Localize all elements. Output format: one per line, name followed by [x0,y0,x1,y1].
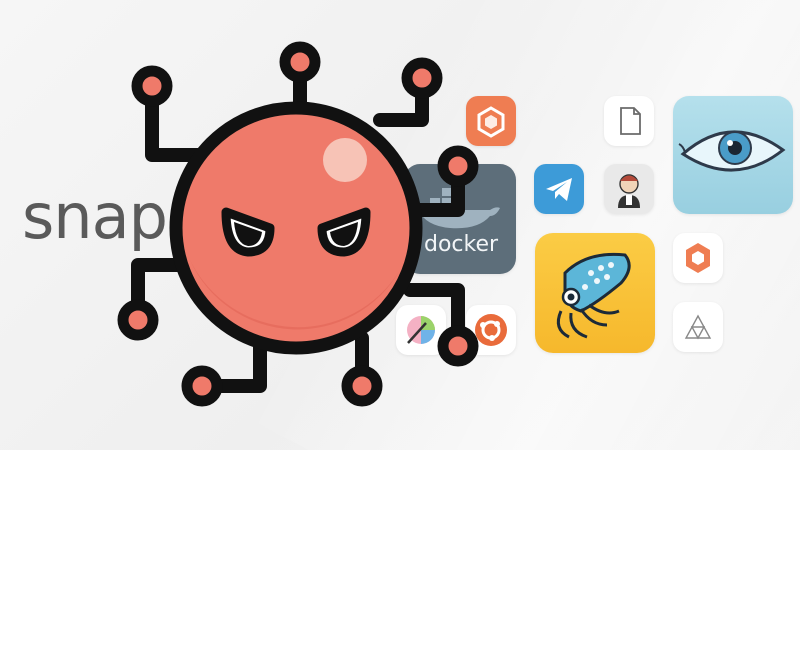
bug-mascot-icon [117,41,479,407]
